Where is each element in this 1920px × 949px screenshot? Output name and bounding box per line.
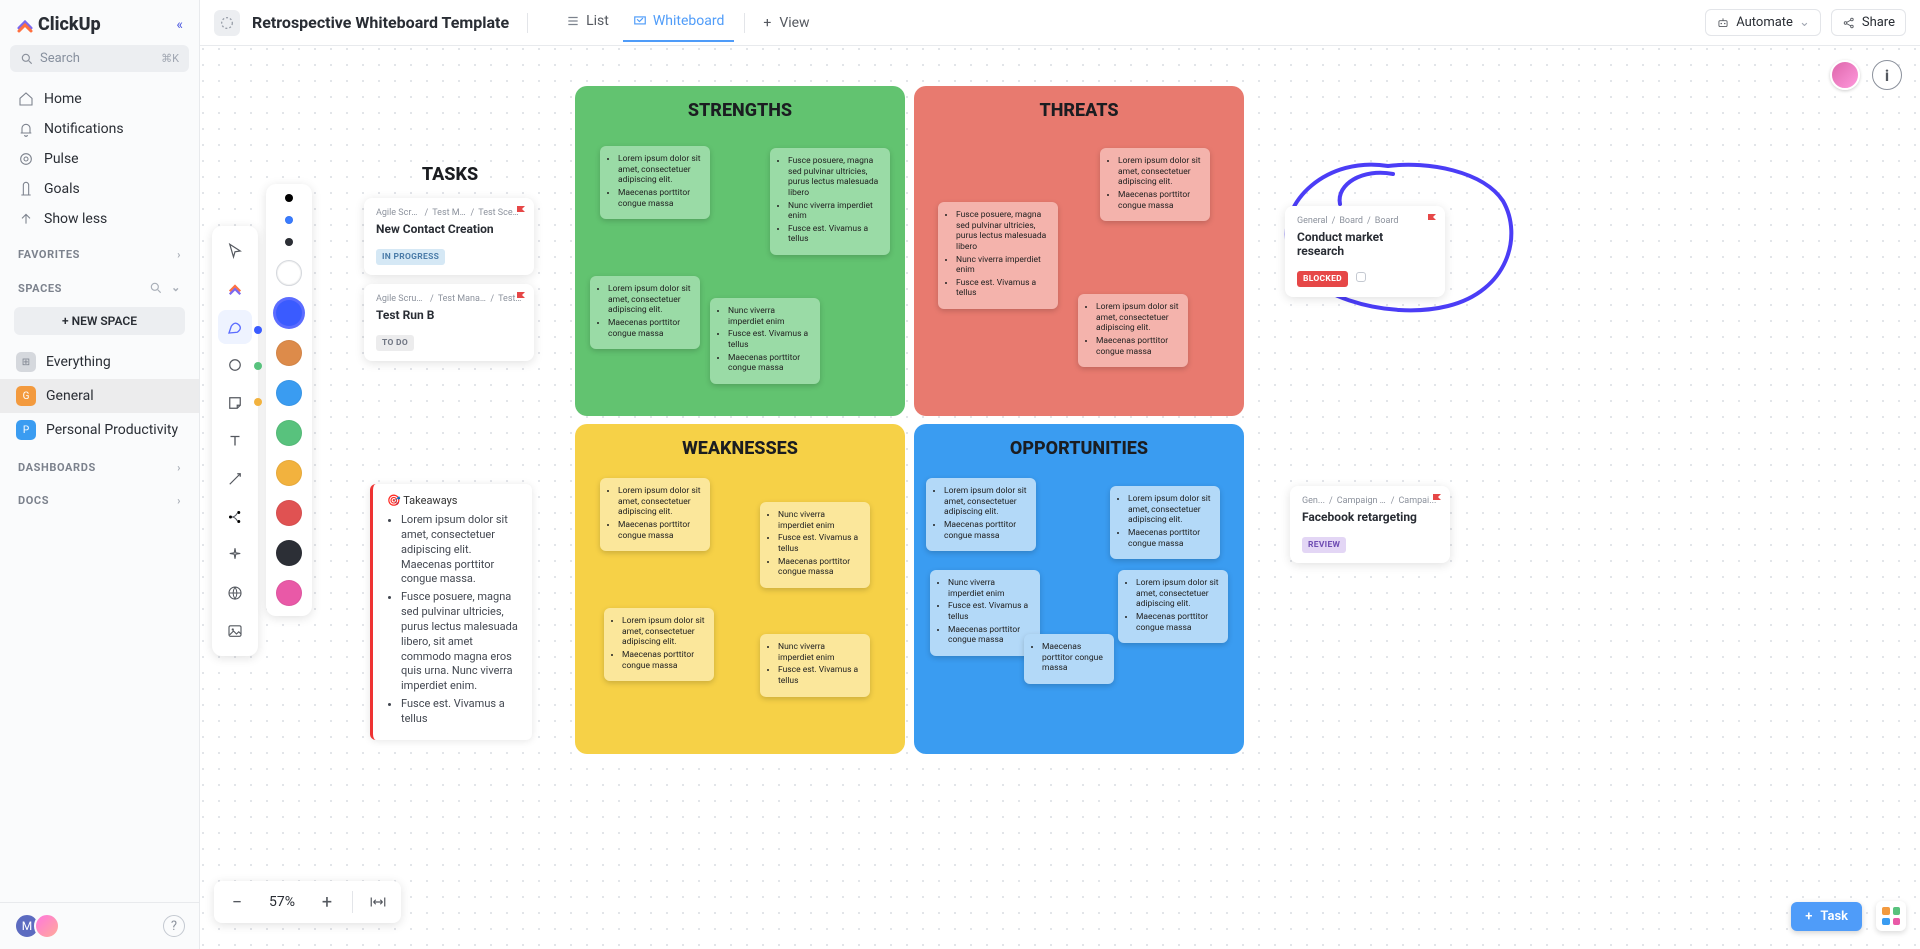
tasks-heading: TASKS [370, 164, 530, 185]
search-placeholder: Search [40, 51, 80, 66]
takeaways-card[interactable]: 🎯 Takeaways Lorem ipsum dolor sit amet, … [370, 484, 532, 740]
sticky-note[interactable]: Nunc viverra imperdiet enimFusce est. Vi… [710, 298, 820, 384]
view-tab-list[interactable]: List [556, 3, 619, 42]
zoom-out-button[interactable]: − [222, 887, 252, 917]
sticky-note[interactable]: Maecenas porttitor congue massa [1024, 634, 1114, 684]
section-docs[interactable]: DOCS› [0, 480, 199, 513]
nav-notifications[interactable]: Notifications [0, 114, 199, 144]
task-card-1[interactable]: Agile Scrum .../ Test Man.../ Test Scena… [364, 198, 534, 275]
search-shortcut: ⌘K [161, 52, 179, 65]
quad-weaknesses[interactable]: WEAKNESSES [575, 424, 905, 754]
status-blocked: BLOCKED [1297, 271, 1348, 287]
add-view-button[interactable]: +View [755, 15, 817, 31]
new-task-fab[interactable]: +Task [1791, 902, 1862, 931]
space-personal[interactable]: PPersonal Productivity [0, 413, 199, 447]
checkbox-icon[interactable] [1356, 272, 1366, 282]
status-todo: TO DO [376, 335, 414, 351]
sticky-note[interactable]: Nunc viverra imperdiet enimFusce est. Vi… [760, 502, 870, 588]
sticky-note[interactable]: Lorem ipsum dolor sit amet, consectetuer… [1100, 148, 1210, 221]
sticky-note[interactable]: Lorem ipsum dolor sit amet, consectetuer… [590, 276, 700, 349]
share-icon [1842, 16, 1856, 30]
search-input[interactable]: Search ⌘K [10, 45, 189, 72]
brand-logo[interactable]: ClickUp [16, 14, 101, 35]
space-everything[interactable]: ⊞Everything [0, 345, 199, 379]
nav-pulse[interactable]: Pulse [0, 144, 199, 174]
sticky-note[interactable]: Lorem ipsum dolor sit amet, consectetuer… [604, 608, 714, 681]
chevron-right-icon: › [177, 494, 181, 507]
status-review: REVIEW [1302, 537, 1346, 553]
sticky-note[interactable]: Fusce posuere, magna sed pulvinar ultric… [770, 148, 890, 255]
section-dashboards[interactable]: DASHBOARDS› [0, 447, 199, 480]
collapse-sidebar-icon[interactable]: « [176, 17, 183, 33]
search-spaces-icon[interactable] [149, 281, 163, 295]
task-card-2[interactable]: Agile Scrum Mana.../ Test Manag.../ Test… [364, 284, 534, 361]
share-button[interactable]: Share [1831, 9, 1906, 36]
board-icon[interactable] [214, 10, 240, 36]
zoom-controls: − 57% + [214, 881, 401, 923]
zoom-in-button[interactable]: + [312, 887, 342, 917]
sticky-note[interactable]: Nunc viverra imperdiet enimFusce est. Vi… [760, 634, 870, 697]
automate-button[interactable]: Automate ⌄ [1705, 9, 1821, 36]
sticky-note[interactable]: Lorem ipsum dolor sit amet, consectetuer… [1078, 294, 1188, 367]
view-tab-whiteboard[interactable]: Whiteboard [623, 3, 735, 42]
sticky-note[interactable]: Lorem ipsum dolor sit amet, consectetuer… [600, 478, 710, 551]
sticky-note[interactable]: Lorem ipsum dolor sit amet, consectetuer… [926, 478, 1036, 551]
zoom-fit-button[interactable] [363, 887, 393, 917]
task-card-research[interactable]: General/ Board/ Board Conduct market res… [1285, 206, 1445, 297]
zoom-value: 57% [262, 894, 302, 910]
search-icon [20, 52, 34, 66]
apps-fab[interactable] [1876, 901, 1906, 931]
space-general[interactable]: GGeneral [0, 379, 199, 413]
sticky-note[interactable]: Lorem ipsum dolor sit amet, consectetuer… [1118, 570, 1228, 643]
nav-goals[interactable]: Goals [0, 174, 199, 204]
chevron-right-icon: › [177, 461, 181, 474]
chevron-down-icon[interactable]: ⌄ [171, 281, 181, 295]
section-favorites[interactable]: FAVORITES› [0, 234, 199, 267]
nav-home[interactable]: Home [0, 84, 199, 114]
section-spaces[interactable]: SPACES ⌄ [0, 267, 199, 301]
board-title[interactable]: Retrospective Whiteboard Template [252, 13, 509, 32]
sticky-note[interactable]: Lorem ipsum dolor sit amet, consectetuer… [1110, 486, 1220, 559]
chevron-down-icon: ⌄ [1799, 15, 1810, 30]
robot-icon [1716, 16, 1730, 30]
topbar: Retrospective Whiteboard Template List W… [200, 0, 1920, 46]
sticky-note[interactable]: Fusce posuere, magna sed pulvinar ultric… [938, 202, 1058, 309]
sidebar: ClickUp « Search ⌘K Home Notifications P… [0, 0, 200, 949]
task-card-retargeting[interactable]: Gen.../ Campaign Tracking & A.../ Campai… [1290, 486, 1450, 563]
status-in-progress: IN PROGRESS [376, 249, 445, 265]
user-avatars[interactable]: M [14, 913, 60, 939]
nav-show-less[interactable]: Show less [0, 204, 199, 234]
sticky-note[interactable]: Lorem ipsum dolor sit amet, consectetuer… [600, 146, 710, 219]
new-space-button[interactable]: + NEW SPACE [14, 307, 185, 335]
help-button[interactable]: ? [163, 915, 185, 937]
chevron-right-icon: › [177, 248, 181, 261]
